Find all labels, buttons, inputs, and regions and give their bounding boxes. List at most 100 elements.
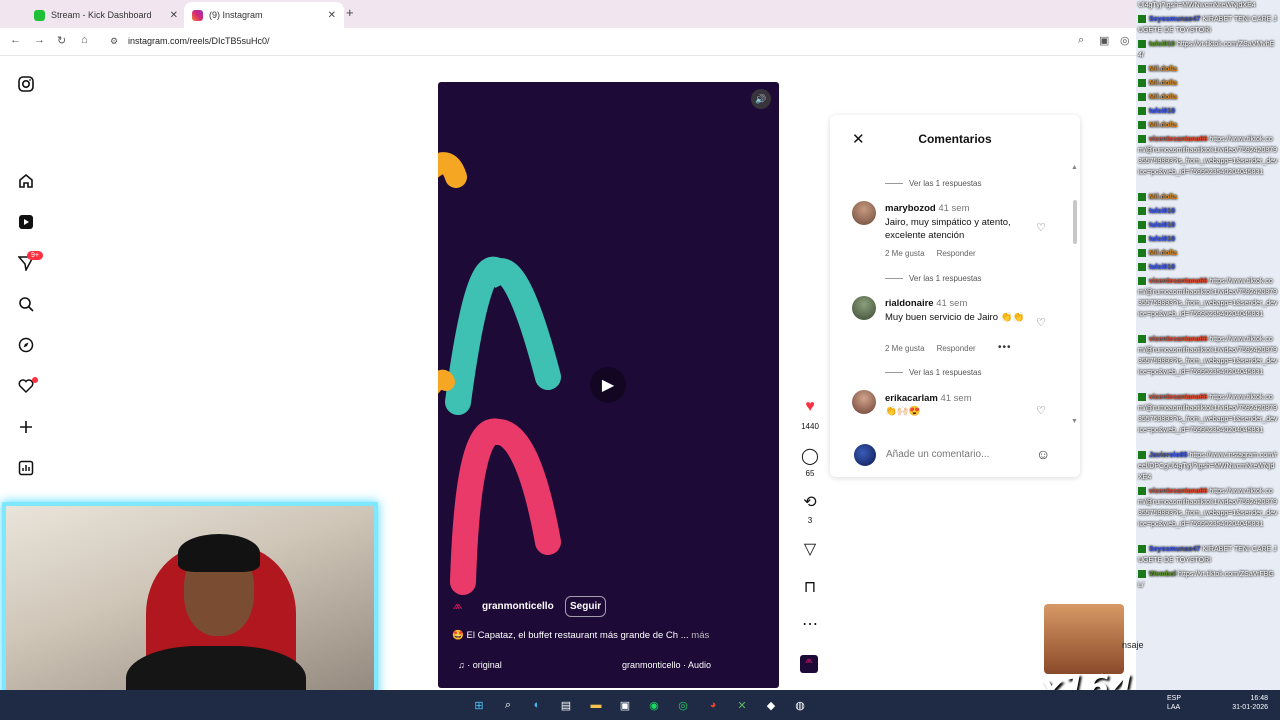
reel-caption[interactable]: 🤩 El Capataz, el buffet restaurant más g… [452,630,709,641]
search-icon[interactable] [17,295,35,313]
comment-user[interactable]: erikacarlam 41 sem [885,393,972,404]
chat-username[interactable]: Mil.dolla [1149,122,1177,129]
chat-username[interactable]: Mil.dolla [1149,94,1177,101]
start-icon[interactable]: ⊞ [471,697,487,713]
home-button-icon[interactable]: ⌂ [81,34,88,46]
audio-credit[interactable]: granmonticello · Audio [622,660,711,670]
chat-username[interactable]: tulsi010 [1149,41,1177,48]
comment-like-icon[interactable]: ♡ [1036,221,1046,234]
comment-user[interactable]: rialdonaire 41 sem [885,298,967,309]
chat-message: vicentesantana66 https://www.tiktok.com/… [1138,334,1278,378]
audio-original[interactable]: ♫ · original [458,660,502,670]
close-tab-icon[interactable]: ✕ [170,10,178,21]
follow-button[interactable]: Seguir [565,596,607,617]
tab-instagram[interactable]: (9) Instagram ✕ [184,2,344,28]
play-icon[interactable]: ▶ [590,367,626,403]
add-comment-input[interactable]: Añade un comentario... [886,449,989,460]
chat-username[interactable]: vicentesantana66 [1149,394,1209,401]
whatsapp-icon[interactable]: ◎ [675,697,691,713]
share-icon[interactable]: ▽ [800,539,820,559]
comment-like-icon[interactable]: ♡ [1036,316,1046,329]
save-icon[interactable]: ⊓ [800,577,820,597]
comment-user[interactable]: marybozod 41 sem [885,203,969,214]
back-icon[interactable]: ← [10,34,21,46]
view-replies-link[interactable]: Ver las 1 respuestas [885,274,981,283]
view-replies-link[interactable]: Ver las 1 respuestas [885,368,981,377]
scrollbar-thumb[interactable] [1073,200,1077,244]
chrome-icon[interactable]: ◕ [705,697,721,713]
new-tab-icon[interactable]: + [346,5,354,20]
chat-username[interactable]: Mil.dolla [1149,80,1177,87]
close-tab-icon[interactable]: ✕ [328,10,336,21]
chat-username[interactable]: tulsi010 [1149,264,1175,271]
comment-options-icon[interactable]: ••• [998,342,1012,353]
tab-kick-dashboard[interactable]: Stream - Kick Dashboard ✕ [26,2,186,28]
avatar[interactable] [852,296,876,320]
chat-badge-icon [1138,235,1146,244]
chat-username[interactable]: Javierolo85 [1149,452,1189,459]
instagram-logo-icon[interactable] [17,75,35,93]
audio-volume-icon[interactable]: 🔊 [751,89,771,109]
avatar[interactable] [852,201,876,225]
comment-likes[interactable]: 2 Me gusta [885,344,925,353]
reel-author-avatar[interactable]: ⩕ [453,598,469,614]
more-options-icon[interactable]: ⋯ [800,614,820,634]
chat-username[interactable]: vicentesantana66 [1149,336,1209,343]
app-icon[interactable]: ▣ [617,697,633,713]
home-icon[interactable] [17,172,35,190]
comment-like-icon[interactable]: ♡ [1036,404,1046,417]
like-icon[interactable]: ♥ [800,398,820,416]
comment-likes[interactable]: 2 Me gusta [885,249,925,258]
more-link[interactable]: más [691,630,709,641]
chat-message: vicentesantana66 https://www.tiktok.com/… [1138,486,1278,530]
chat-username[interactable]: Mil.dolla [1149,194,1177,201]
chat-username[interactable]: tulsi010 [1149,208,1175,215]
chat-username[interactable]: Seyosmunao47 [1149,16,1202,23]
reply-button[interactable]: Responder [937,249,976,258]
chat-username[interactable]: vicentesantana66 [1149,136,1209,143]
app-icon-2[interactable]: ◆ [763,697,779,713]
chat-username[interactable]: vicentesantana66 [1149,488,1209,495]
chat-username[interactable]: Wembol [1149,571,1178,578]
taskbar-search-icon[interactable]: ⌕ [500,697,516,713]
clock[interactable]: 16:48 31-01-2026 [1222,694,1268,712]
reply-button[interactable]: Responder [937,344,976,353]
avatar[interactable] [852,390,876,414]
address-bar[interactable]: instagram.com/reels/DIcTB5suHc0/ [128,36,270,46]
notification-dot [32,377,38,383]
language-indicator[interactable]: ESP LAA [1167,694,1181,712]
comment-icon[interactable]: ◯ [800,446,820,466]
chat-badge-icon [1138,451,1146,460]
scroll-down-icon[interactable]: ▼ [1071,418,1078,425]
chat-username[interactable]: Seyosmunao47 [1149,546,1202,553]
xbox-icon[interactable]: ✕ [734,697,750,713]
store-icon[interactable]: ▤ [558,697,574,713]
tracking-icon[interactable]: ◎ [1120,34,1130,47]
screenshot-icon[interactable]: ▣ [1099,34,1109,47]
obs-icon[interactable]: ◍ [792,697,808,713]
reload-icon[interactable]: ↻ [57,34,66,47]
chat-username[interactable]: vicentesantana66 [1149,278,1209,285]
chat-username[interactable]: tulsi010 [1149,108,1175,115]
audio-thumbnail-icon[interactable]: ⩕ [800,655,818,673]
view-replies-link[interactable]: Ver las 1 respuestas [885,179,981,188]
edge-icon[interactable]: ◐ [529,697,545,713]
chat-username[interactable]: tulsi010 [1149,222,1175,229]
create-icon[interactable] [17,418,35,436]
site-info-icon[interactable]: ⚙ [110,36,118,47]
chat-username[interactable]: tulsi010 [1149,236,1175,243]
chat-username[interactable]: Mil.dolla [1149,66,1177,73]
close-icon[interactable]: ✕ [852,130,865,148]
chat-username[interactable]: Mil.dolla [1149,250,1177,257]
emoji-icon[interactable]: ☺ [1036,446,1050,462]
forward-icon[interactable]: → [34,34,45,46]
dashboard-icon[interactable] [17,459,35,477]
file-explorer-icon[interactable]: ▬ [588,697,604,713]
explore-icon[interactable] [17,336,35,354]
repost-icon[interactable]: ⟲ [800,492,820,512]
zoom-icon[interactable]: ⌕ [1078,34,1084,47]
scroll-up-icon[interactable]: ▲ [1071,164,1078,171]
spotify-icon[interactable]: ◉ [646,697,662,713]
reels-icon[interactable] [17,213,35,231]
reel-username[interactable]: granmonticello [482,601,554,612]
